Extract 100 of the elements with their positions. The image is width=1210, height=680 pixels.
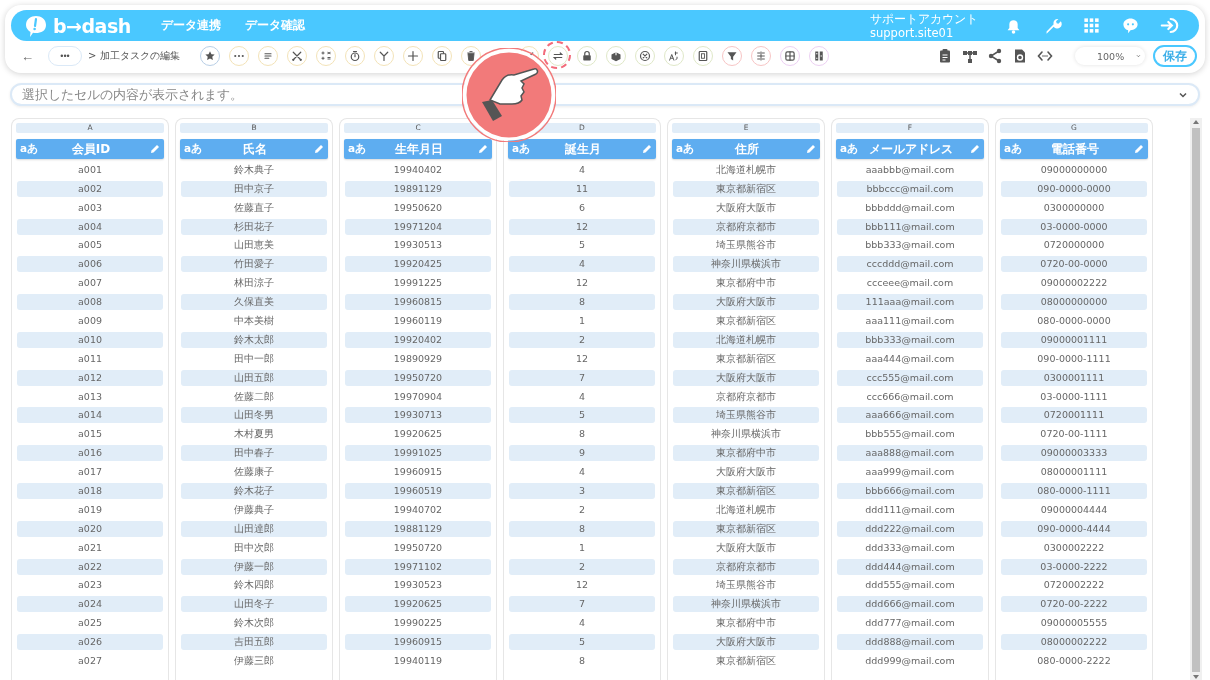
table-cell[interactable]: 19971204 xyxy=(345,218,491,235)
table-cell[interactable]: a017 xyxy=(17,464,163,481)
pencil-icon[interactable] xyxy=(642,144,652,154)
table-cell[interactable]: 神奈川県横浜市 xyxy=(673,596,819,613)
table-cell[interactable]: 19890929 xyxy=(345,350,491,367)
table-cell[interactable]: 田中一郎 xyxy=(181,350,327,367)
table-cell[interactable]: 19960815 xyxy=(345,294,491,311)
table-cell[interactable]: 神奈川県横浜市 xyxy=(673,256,819,273)
table-cell[interactable]: 山田達郎 xyxy=(181,520,327,537)
table-cell[interactable]: 7 xyxy=(509,596,655,613)
table-cell[interactable]: 19960915 xyxy=(345,464,491,481)
table-cell[interactable]: 5 xyxy=(509,407,655,424)
table-cell[interactable]: 09000002222 xyxy=(1001,275,1147,292)
table-cell[interactable]: 大阪府大阪市 xyxy=(673,294,819,311)
table-cell[interactable]: 大阪府大阪市 xyxy=(673,634,819,651)
table-cell[interactable]: 2 xyxy=(509,331,655,348)
table-cell[interactable]: 田中次郎 xyxy=(181,539,327,556)
table-cell[interactable]: ddd333@mail.com xyxy=(837,539,983,556)
toolbar-button[interactable] xyxy=(1037,48,1053,64)
tool-button[interactable] xyxy=(634,46,655,66)
table-cell[interactable]: 鈴木太郎 xyxy=(181,331,327,348)
table-cell[interactable]: 東京都新宿区 xyxy=(673,350,819,367)
table-cell[interactable]: 3 xyxy=(509,483,655,500)
table-cell[interactable]: a011 xyxy=(17,350,163,367)
table-cell[interactable]: 0720001111 xyxy=(1001,407,1147,424)
toolbar-button[interactable] xyxy=(1012,48,1028,64)
table-cell[interactable]: 京都府京都市 xyxy=(673,558,819,575)
breadcrumb-more-button[interactable]: ••• xyxy=(48,46,82,66)
table-cell[interactable]: 9 xyxy=(509,445,655,462)
zoom-select[interactable]: 100% xyxy=(1075,47,1145,65)
table-cell[interactable]: bbb666@mail.com xyxy=(837,483,983,500)
table-cell[interactable]: 0720-00-1111 xyxy=(1001,426,1147,443)
table-cell[interactable]: 080-0000-0000 xyxy=(1001,313,1147,329)
table-cell[interactable]: 2 xyxy=(509,501,655,518)
table-cell[interactable]: 佐藤直子 xyxy=(181,199,327,216)
table-cell[interactable]: 鈴木四郎 xyxy=(181,577,327,594)
table-cell[interactable]: 09000003333 xyxy=(1001,445,1147,462)
table-cell[interactable]: a025 xyxy=(17,615,163,632)
table-cell[interactable]: 鈴木典子 xyxy=(181,161,327,178)
toolbar-button[interactable] xyxy=(937,48,953,64)
table-cell[interactable]: aaa111@mail.com xyxy=(837,313,983,329)
table-cell[interactable]: 山田冬男 xyxy=(181,407,327,424)
table-cell[interactable]: 0300001111 xyxy=(1001,369,1147,386)
table-cell[interactable]: 09000005555 xyxy=(1001,615,1147,632)
table-cell[interactable]: 19930523 xyxy=(345,577,491,594)
table-cell[interactable]: 19940702 xyxy=(345,501,491,518)
table-cell[interactable]: 東京都新宿区 xyxy=(673,180,819,197)
table-cell[interactable]: 19920625 xyxy=(345,426,491,443)
table-cell[interactable]: ccceee@mail.com xyxy=(837,275,983,292)
pencil-icon[interactable] xyxy=(806,144,816,154)
table-cell[interactable]: 大阪府大阪市 xyxy=(673,369,819,386)
table-cell[interactable]: 19950720 xyxy=(345,369,491,386)
table-cell[interactable]: ddd111@mail.com xyxy=(837,501,983,518)
table-cell[interactable]: 神奈川県横浜市 xyxy=(673,426,819,443)
table-cell[interactable]: 03-0000-2222 xyxy=(1001,558,1147,575)
table-cell[interactable]: a002 xyxy=(17,180,163,197)
table-cell[interactable]: 0720000000 xyxy=(1001,237,1147,254)
table-cell[interactable]: 12 xyxy=(509,577,655,594)
table-cell[interactable]: a010 xyxy=(17,331,163,348)
table-cell[interactable]: a003 xyxy=(17,199,163,216)
table-cell[interactable]: 19990225 xyxy=(345,615,491,632)
tool-button[interactable] xyxy=(721,46,742,66)
table-cell[interactable]: 19881129 xyxy=(345,520,491,537)
table-cell[interactable]: 伊藤典子 xyxy=(181,501,327,518)
table-cell[interactable]: 19920425 xyxy=(345,256,491,273)
toolbar-button[interactable] xyxy=(987,48,1003,64)
pencil-icon[interactable] xyxy=(478,144,488,154)
tool-button[interactable] xyxy=(199,46,220,66)
table-cell[interactable]: 東京都新宿区 xyxy=(673,483,819,500)
table-cell[interactable]: 林田涼子 xyxy=(181,275,327,292)
table-cell[interactable]: 19930713 xyxy=(345,407,491,424)
table-cell[interactable]: 東京都新宿区 xyxy=(673,653,819,670)
table-cell[interactable]: ddd888@mail.com xyxy=(837,634,983,651)
table-cell[interactable]: 山田冬子 xyxy=(181,596,327,613)
table-cell[interactable]: 090-0000-1111 xyxy=(1001,350,1147,367)
table-cell[interactable]: 19950720 xyxy=(345,539,491,556)
tool-button[interactable] xyxy=(779,46,800,66)
table-cell[interactable]: cccddd@mail.com xyxy=(837,256,983,273)
table-cell[interactable]: 伊藤一郎 xyxy=(181,558,327,575)
table-cell[interactable]: ddd222@mail.com xyxy=(837,520,983,537)
table-cell[interactable]: 8 xyxy=(509,294,655,311)
tool-button[interactable] xyxy=(663,46,684,66)
cell-content-field[interactable]: 選択したセルの内容が表示されます。 xyxy=(10,83,1200,106)
table-cell[interactable]: aaa999@mail.com xyxy=(837,464,983,481)
tool-button[interactable] xyxy=(431,46,452,66)
table-cell[interactable]: 8 xyxy=(509,426,655,443)
table-cell[interactable]: 山田恵美 xyxy=(181,237,327,254)
table-cell[interactable]: a023 xyxy=(17,577,163,594)
table-cell[interactable]: 鈴木花子 xyxy=(181,483,327,500)
table-cell[interactable]: a013 xyxy=(17,388,163,405)
table-cell[interactable]: 埼玉県熊谷市 xyxy=(673,407,819,424)
table-cell[interactable]: 19960519 xyxy=(345,483,491,500)
table-cell[interactable]: aaa888@mail.com xyxy=(837,445,983,462)
table-cell[interactable]: 12 xyxy=(509,218,655,235)
table-cell[interactable]: 8 xyxy=(509,520,655,537)
table-cell[interactable]: 東京都新宿区 xyxy=(673,520,819,537)
table-cell[interactable]: a016 xyxy=(17,445,163,462)
table-cell[interactable]: 4 xyxy=(509,615,655,632)
table-cell[interactable]: ddd999@mail.com xyxy=(837,653,983,670)
table-cell[interactable]: 19920402 xyxy=(345,331,491,348)
